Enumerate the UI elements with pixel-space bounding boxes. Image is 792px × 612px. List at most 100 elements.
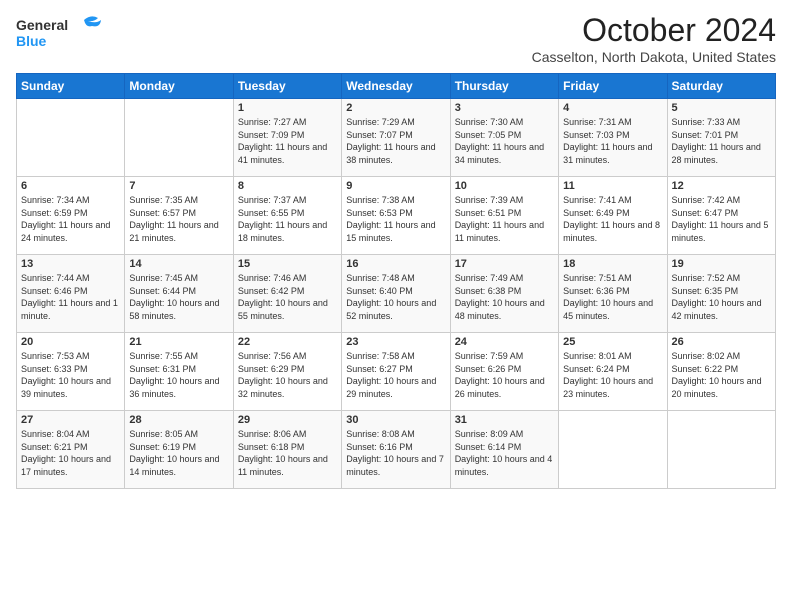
cell-content: Sunrise: 7:37 AM Sunset: 6:55 PM Dayligh…: [238, 194, 337, 244]
logo: General Blue: [16, 12, 106, 59]
day-number: 22: [238, 336, 337, 348]
table-row: 24 Sunrise: 7:59 AM Sunset: 6:26 PM Dayli…: [450, 333, 558, 411]
header-row: Sunday Monday Tuesday Wednesday Thursday…: [17, 74, 776, 99]
cell-content: Sunrise: 8:01 AM Sunset: 6:24 PM Dayligh…: [563, 350, 662, 400]
day-number: 27: [21, 414, 120, 426]
table-row: 17 Sunrise: 7:49 AM Sunset: 6:38 PM Dayli…: [450, 255, 558, 333]
cell-content: Sunrise: 7:34 AM Sunset: 6:59 PM Dayligh…: [21, 194, 120, 244]
cell-content: Sunrise: 7:35 AM Sunset: 6:57 PM Dayligh…: [129, 194, 228, 244]
day-number: 9: [346, 180, 445, 192]
month-title: October 2024: [532, 12, 776, 49]
cell-content: Sunrise: 7:58 AM Sunset: 6:27 PM Dayligh…: [346, 350, 445, 400]
day-number: 1: [238, 102, 337, 114]
cell-content: Sunrise: 7:27 AM Sunset: 7:09 PM Dayligh…: [238, 116, 337, 166]
table-row: 12Sunrise: 7:42 AM Sunset: 6:47 PM Dayli…: [667, 177, 775, 255]
day-number: 10: [455, 180, 554, 192]
table-row: 16Sunrise: 7:48 AM Sunset: 6:40 PM Dayli…: [342, 255, 450, 333]
table-row: 21Sunrise: 7:55 AM Sunset: 6:31 PM Dayli…: [125, 333, 233, 411]
table-row: 3 Sunrise: 7:30 AM Sunset: 7:05 PM Daylig…: [450, 99, 558, 177]
day-number: 3: [455, 102, 554, 114]
col-wednesday: Wednesday: [342, 74, 450, 99]
day-number: 13: [21, 258, 120, 270]
table-row: 28 Sunrise: 8:05 AM Sunset: 6:19 PM Dayli…: [125, 411, 233, 489]
table-row: 30 Sunrise: 8:08 AM Sunset: 6:16 PM Dayli…: [342, 411, 450, 489]
table-row: 5 Sunrise: 7:33 AM Sunset: 7:01 PM Daylig…: [667, 99, 775, 177]
cell-content: Sunrise: 8:04 AM Sunset: 6:21 PM Dayligh…: [21, 428, 120, 478]
calendar-row: 13 Sunrise: 7:44 AM Sunset: 6:46 PM Dayli…: [17, 255, 776, 333]
table-row: 10Sunrise: 7:39 AM Sunset: 6:51 PM Dayli…: [450, 177, 558, 255]
cell-content: Sunrise: 7:49 AM Sunset: 6:38 PM Dayligh…: [455, 272, 554, 322]
logo-text: General Blue: [16, 12, 106, 59]
table-row: 23 Sunrise: 7:58 AM Sunset: 6:27 PM Dayli…: [342, 333, 450, 411]
calendar-row: 1 Sunrise: 7:27 AM Sunset: 7:09 PM Daylig…: [17, 99, 776, 177]
table-row: 11Sunrise: 7:41 AM Sunset: 6:49 PM Dayli…: [559, 177, 667, 255]
day-number: 23: [346, 336, 445, 348]
day-number: 29: [238, 414, 337, 426]
cell-content: Sunrise: 7:48 AM Sunset: 6:40 PM Dayligh…: [346, 272, 445, 322]
day-number: 15: [238, 258, 337, 270]
cell-content: Sunrise: 7:44 AM Sunset: 6:46 PM Dayligh…: [21, 272, 120, 322]
col-saturday: Saturday: [667, 74, 775, 99]
cell-content: Sunrise: 7:59 AM Sunset: 6:26 PM Dayligh…: [455, 350, 554, 400]
day-number: 30: [346, 414, 445, 426]
day-number: 7: [129, 180, 228, 192]
day-number: 28: [129, 414, 228, 426]
table-row: [17, 99, 125, 177]
cell-content: Sunrise: 7:45 AM Sunset: 6:44 PM Dayligh…: [129, 272, 228, 322]
table-row: 14 Sunrise: 7:45 AM Sunset: 6:44 PM Dayli…: [125, 255, 233, 333]
cell-content: Sunrise: 7:30 AM Sunset: 7:05 PM Dayligh…: [455, 116, 554, 166]
col-tuesday: Tuesday: [233, 74, 341, 99]
day-number: 17: [455, 258, 554, 270]
cell-content: Sunrise: 7:51 AM Sunset: 6:36 PM Dayligh…: [563, 272, 662, 322]
day-number: 4: [563, 102, 662, 114]
table-row: 1 Sunrise: 7:27 AM Sunset: 7:09 PM Daylig…: [233, 99, 341, 177]
day-number: 24: [455, 336, 554, 348]
day-number: 19: [672, 258, 771, 270]
day-number: 12: [672, 180, 771, 192]
table-row: 31Sunrise: 8:09 AM Sunset: 6:14 PM Dayli…: [450, 411, 558, 489]
col-thursday: Thursday: [450, 74, 558, 99]
cell-content: Sunrise: 7:53 AM Sunset: 6:33 PM Dayligh…: [21, 350, 120, 400]
table-row: 27 Sunrise: 8:04 AM Sunset: 6:21 PM Dayli…: [17, 411, 125, 489]
table-row: 29 Sunrise: 8:06 AM Sunset: 6:18 PM Dayli…: [233, 411, 341, 489]
calendar-page: General Blue October 2024 Casselton, Nor…: [0, 0, 792, 612]
table-row: 15 Sunrise: 7:46 AM Sunset: 6:42 PM Dayli…: [233, 255, 341, 333]
calendar-row: 20Sunrise: 7:53 AM Sunset: 6:33 PM Dayli…: [17, 333, 776, 411]
table-row: 19Sunrise: 7:52 AM Sunset: 6:35 PM Dayli…: [667, 255, 775, 333]
table-row: 20Sunrise: 7:53 AM Sunset: 6:33 PM Dayli…: [17, 333, 125, 411]
cell-content: Sunrise: 8:06 AM Sunset: 6:18 PM Dayligh…: [238, 428, 337, 478]
cell-content: Sunrise: 7:33 AM Sunset: 7:01 PM Dayligh…: [672, 116, 771, 166]
table-row: 13 Sunrise: 7:44 AM Sunset: 6:46 PM Dayli…: [17, 255, 125, 333]
table-row: [559, 411, 667, 489]
svg-text:Blue: Blue: [16, 33, 47, 49]
day-number: 14: [129, 258, 228, 270]
day-number: 25: [563, 336, 662, 348]
cell-content: Sunrise: 8:08 AM Sunset: 6:16 PM Dayligh…: [346, 428, 445, 478]
svg-text:General: General: [16, 17, 68, 33]
table-row: 25 Sunrise: 8:01 AM Sunset: 6:24 PM Dayli…: [559, 333, 667, 411]
table-row: 2 Sunrise: 7:29 AM Sunset: 7:07 PM Daylig…: [342, 99, 450, 177]
day-number: 18: [563, 258, 662, 270]
day-number: 2: [346, 102, 445, 114]
location: Casselton, North Dakota, United States: [532, 49, 776, 65]
calendar-row: 6Sunrise: 7:34 AM Sunset: 6:59 PM Daylig…: [17, 177, 776, 255]
calendar-row: 27 Sunrise: 8:04 AM Sunset: 6:21 PM Dayli…: [17, 411, 776, 489]
table-row: 18 Sunrise: 7:51 AM Sunset: 6:36 PM Dayli…: [559, 255, 667, 333]
day-number: 26: [672, 336, 771, 348]
cell-content: Sunrise: 7:38 AM Sunset: 6:53 PM Dayligh…: [346, 194, 445, 244]
table-row: 22 Sunrise: 7:56 AM Sunset: 6:29 PM Dayli…: [233, 333, 341, 411]
header: General Blue October 2024 Casselton, Nor…: [16, 12, 776, 65]
calendar-table: Sunday Monday Tuesday Wednesday Thursday…: [16, 73, 776, 489]
table-row: 6Sunrise: 7:34 AM Sunset: 6:59 PM Daylig…: [17, 177, 125, 255]
title-section: October 2024 Casselton, North Dakota, Un…: [532, 12, 776, 65]
day-number: 11: [563, 180, 662, 192]
table-row: 4Sunrise: 7:31 AM Sunset: 7:03 PM Daylig…: [559, 99, 667, 177]
cell-content: Sunrise: 7:29 AM Sunset: 7:07 PM Dayligh…: [346, 116, 445, 166]
cell-content: Sunrise: 7:56 AM Sunset: 6:29 PM Dayligh…: [238, 350, 337, 400]
day-number: 5: [672, 102, 771, 114]
cell-content: Sunrise: 8:05 AM Sunset: 6:19 PM Dayligh…: [129, 428, 228, 478]
cell-content: Sunrise: 7:55 AM Sunset: 6:31 PM Dayligh…: [129, 350, 228, 400]
day-number: 31: [455, 414, 554, 426]
table-row: [667, 411, 775, 489]
cell-content: Sunrise: 7:46 AM Sunset: 6:42 PM Dayligh…: [238, 272, 337, 322]
